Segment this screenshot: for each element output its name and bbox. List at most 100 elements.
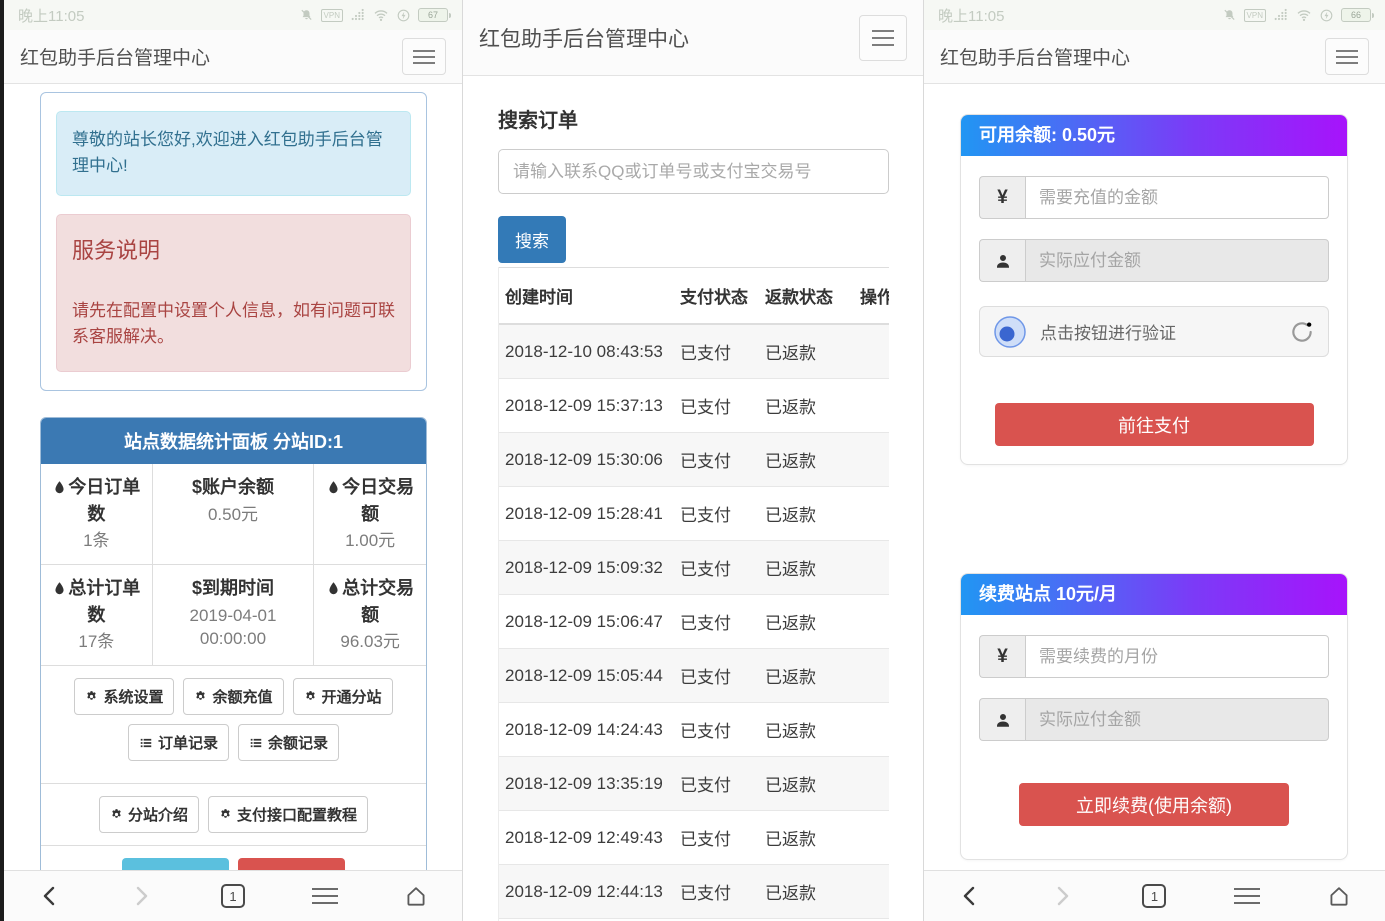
vpn-badge: VPN: [321, 9, 343, 22]
table-header-row: 创建时间 支付状态 返款状态 操作: [499, 268, 889, 325]
cell-action: [854, 811, 889, 865]
forward-icon: [1050, 884, 1074, 908]
search-button[interactable]: 搜索: [498, 216, 566, 263]
forward-button[interactable]: [1038, 884, 1086, 908]
list-icon: [249, 736, 263, 750]
balance-recharge-button[interactable]: 余额充值: [183, 678, 283, 715]
renew-card-title: 续费站点 10元/月: [961, 574, 1347, 615]
browser-nav-bar: 1: [924, 870, 1385, 921]
service-alert-title: 服务说明: [72, 234, 395, 268]
gear-icon: [110, 808, 123, 821]
forward-button[interactable]: [117, 884, 165, 908]
cell-action: [854, 595, 889, 649]
substation-intro-button[interactable]: 分站介绍: [99, 796, 199, 833]
payment-config-tutorial-button[interactable]: 支付接口配置教程: [208, 796, 368, 833]
cell-pay-status: 已支付: [674, 649, 759, 703]
stats-panel-title: 站点数据统计面板 分站ID:1: [41, 418, 426, 464]
cell-pay-status: 已支付: [674, 703, 759, 757]
tab-count: 1: [221, 884, 245, 908]
dollar-icon: $: [192, 578, 202, 598]
cell-action: [854, 487, 889, 541]
stat-account-balance: $账户余额 0.50元: [153, 464, 315, 565]
captcha-verify-button[interactable]: 点击按钮进行验证: [979, 306, 1329, 357]
dollar-icon: $: [192, 477, 202, 497]
back-button[interactable]: [26, 884, 74, 908]
cell-created-time: 2018-12-09 12:44:13: [499, 865, 674, 919]
cell-created-time: 2018-12-09 13:35:19: [499, 757, 674, 811]
cell-action: [854, 703, 889, 757]
col-refund-status: 返款状态: [759, 268, 854, 325]
captcha-label: 点击按钮进行验证: [1040, 319, 1276, 344]
menu-lines-icon: [312, 888, 338, 904]
battery-level: 67: [428, 10, 438, 20]
cell-pay-status: 已支付: [674, 324, 759, 379]
payable-amount-input[interactable]: [1025, 239, 1329, 282]
recharge-amount-input[interactable]: [1025, 176, 1329, 219]
cell-pay-status: 已支付: [674, 541, 759, 595]
cell-refund-status: 已返款: [759, 649, 854, 703]
table-row: 2018-12-09 14:24:43已支付已返款: [499, 703, 889, 757]
search-orders-title: 搜索订单: [498, 104, 888, 133]
order-records-button[interactable]: 订单记录: [128, 724, 229, 761]
menu-icon[interactable]: [402, 38, 446, 75]
stats-grid: 今日订单数 1条 $账户余额 0.50元 今日交易额 1.00元 总计订单数 1…: [41, 464, 426, 666]
refresh-icon[interactable]: [1289, 319, 1315, 345]
cell-action: [854, 324, 889, 379]
renew-payable-input[interactable]: [1025, 698, 1329, 741]
stat-today-orders: 今日订单数 1条: [41, 464, 153, 565]
page-title: 红包助手后台管理中心: [20, 43, 210, 70]
menu-button[interactable]: [1223, 888, 1271, 904]
balance-card-title: 可用余额: 0.50元: [961, 115, 1347, 156]
cell-pay-status: 已支付: [674, 811, 759, 865]
payable-amount-group: [979, 239, 1329, 282]
cell-refund-status: 已返款: [759, 379, 854, 433]
vpn-badge: VPN: [1244, 9, 1266, 22]
go-pay-button[interactable]: 前往支付: [995, 403, 1314, 446]
renew-now-button[interactable]: 立即续费(使用余额): [1019, 783, 1289, 826]
tabs-button[interactable]: 1: [209, 884, 257, 908]
app-header: 红包助手后台管理中心: [924, 30, 1385, 84]
battery-icon: 67: [418, 8, 448, 22]
menu-icon[interactable]: [1325, 38, 1369, 75]
cell-action: [854, 649, 889, 703]
cell-created-time: 2018-12-09 15:05:44: [499, 649, 674, 703]
col-created-time: 创建时间: [499, 268, 674, 325]
forward-icon: [129, 884, 153, 908]
system-settings-button[interactable]: 系统设置: [74, 678, 174, 715]
mute-icon: [299, 8, 314, 23]
app-header: 红包助手后台管理中心: [463, 0, 923, 76]
cell-pay-status: 已支付: [674, 757, 759, 811]
renew-months-group: ¥: [979, 635, 1329, 678]
power-icon: [396, 8, 411, 23]
phone-middle: 红包助手后台管理中心 搜索订单 搜索 创建时间 支付状态 返款状态 操作 201: [462, 0, 924, 921]
open-substation-button[interactable]: 开通分站: [293, 678, 393, 715]
cell-refund-status: 已返款: [759, 811, 854, 865]
balance-records-button[interactable]: 余额记录: [238, 724, 339, 761]
cell-refund-status: 已返款: [759, 541, 854, 595]
col-action: 操作: [854, 268, 889, 325]
cell-refund-status: 已返款: [759, 487, 854, 541]
stat-total-orders: 总计订单数 17条: [41, 565, 153, 666]
yen-icon: ¥: [979, 176, 1025, 219]
table-row: 2018-12-09 15:28:41已支付已返款: [499, 487, 889, 541]
cell-action: [854, 541, 889, 595]
home-nav-button[interactable]: [1315, 883, 1363, 909]
service-alert-body: 请先在配置中设置个人信息，如有问题可联系客服解决。: [72, 298, 395, 351]
cell-refund-status: 已返款: [759, 324, 854, 379]
stat-expire-time: $到期时间 2019-04-01 00:00:00: [153, 565, 315, 666]
cell-pay-status: 已支付: [674, 865, 759, 919]
table-row: 2018-12-09 15:05:44已支付已返款: [499, 649, 889, 703]
cell-created-time: 2018-12-09 15:06:47: [499, 595, 674, 649]
person-icon: [979, 239, 1025, 282]
status-bar: 晚上11:05 VPN 66: [924, 0, 1385, 30]
renew-months-input[interactable]: [1025, 635, 1329, 678]
tabs-button[interactable]: 1: [1130, 884, 1178, 908]
menu-button[interactable]: [301, 888, 349, 904]
power-icon: [1319, 8, 1334, 23]
home-nav-button[interactable]: [392, 883, 440, 909]
search-input[interactable]: [498, 149, 889, 194]
gear-icon: [85, 690, 98, 703]
back-button[interactable]: [946, 884, 994, 908]
menu-icon[interactable]: [859, 15, 907, 61]
balance-card: 可用余额: 0.50元 ¥ 点击按钮进行验证 前往支付: [960, 114, 1348, 465]
